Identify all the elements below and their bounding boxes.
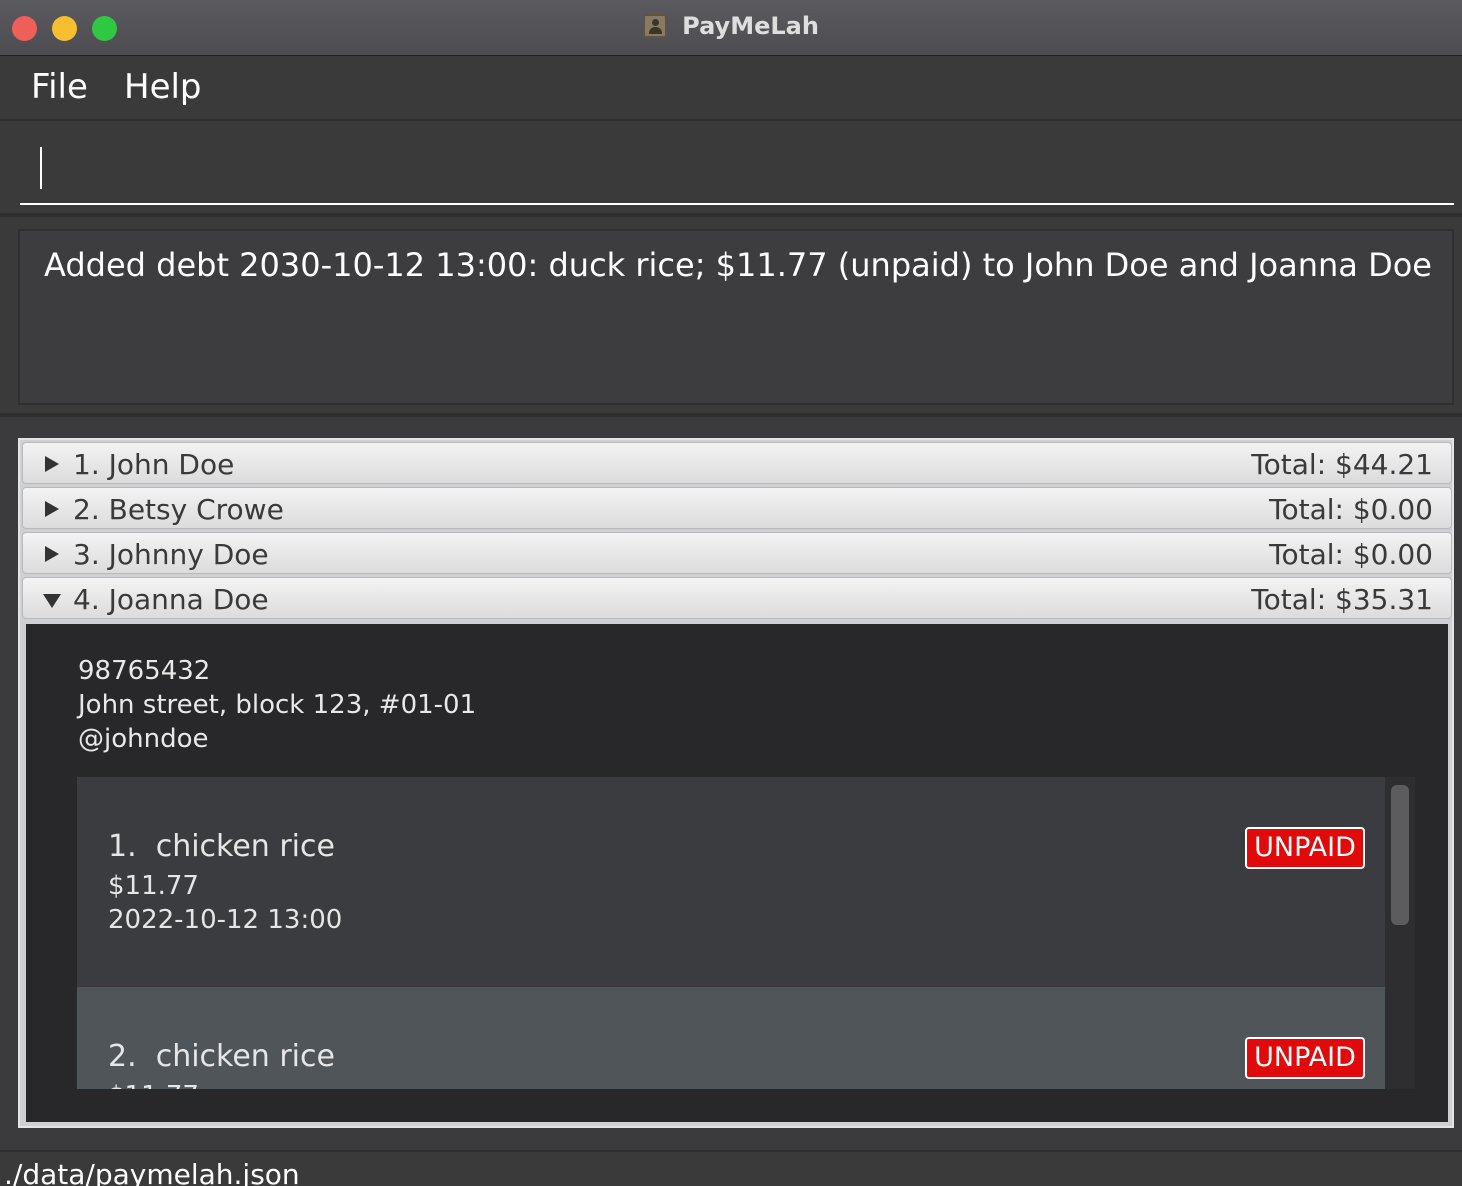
person-details-panel: 98765432 John street, block 123, #01-01 …: [26, 624, 1448, 1122]
person-name: 1. John Doe: [73, 448, 235, 481]
result-message: Added debt 2030-10-12 13:00: duck rice; …: [44, 246, 1432, 284]
person-name: 2. Betsy Crowe: [73, 493, 284, 526]
debt-amount: $11.77: [108, 871, 199, 901]
unpaid-status-badge: UNPAID: [1245, 827, 1365, 869]
person-total: Total: $35.31: [1251, 583, 1433, 616]
debt-index: 2.: [108, 1039, 137, 1074]
status-bar: ./data/paymelah.json: [0, 1150, 1462, 1186]
expand-arrow-icon[interactable]: [45, 546, 59, 562]
person-address: John street, block 123, #01-01: [78, 690, 477, 720]
expand-arrow-icon[interactable]: [45, 501, 59, 517]
debt-index: 1.: [108, 829, 137, 864]
person-list[interactable]: 1. John Doe Total: $44.21 2. Betsy Crowe…: [18, 438, 1454, 1128]
person-row-joanna-doe[interactable]: 4. Joanna Doe Total: $35.31: [22, 577, 1452, 619]
address-book-icon: [643, 14, 668, 38]
debt-card[interactable]: 1. chicken rice $11.77 2022-10-12 13:00 …: [77, 777, 1385, 987]
person-total: Total: $0.00: [1269, 538, 1433, 571]
debt-amount: $11.77: [108, 1081, 199, 1089]
text-caret: [40, 147, 42, 189]
window-titlebar: PayMeLah: [0, 0, 1462, 56]
person-row-johnny-doe[interactable]: 3. Johnny Doe Total: $0.00: [22, 532, 1452, 574]
debt-description: chicken rice: [155, 829, 335, 864]
debt-title: 2. chicken rice: [108, 1039, 335, 1074]
menu-bar: File Help: [0, 57, 1462, 121]
result-textarea[interactable]: Added debt 2030-10-12 13:00: duck rice; …: [18, 229, 1454, 405]
debt-description: chicken rice: [155, 1039, 335, 1074]
person-row-john-doe[interactable]: 1. John Doe Total: $44.21: [22, 442, 1452, 484]
debt-datetime: 2022-10-12 13:00: [108, 905, 343, 935]
person-row-betsy-crowe[interactable]: 2. Betsy Crowe Total: $0.00: [22, 487, 1452, 529]
debt-list[interactable]: 1. chicken rice $11.77 2022-10-12 13:00 …: [77, 777, 1415, 1089]
window-title-group: PayMeLah: [0, 12, 1462, 42]
window-title: PayMeLah: [682, 12, 819, 40]
person-total: Total: $44.21: [1251, 448, 1433, 481]
command-box: [0, 123, 1462, 217]
debt-card[interactable]: 2. chicken rice $11.77 UNPAID: [77, 987, 1385, 1089]
expand-arrow-icon[interactable]: [45, 456, 59, 472]
data-file-path: ./data/paymelah.json: [4, 1158, 300, 1186]
result-display: Added debt 2030-10-12 13:00: duck rice; …: [0, 217, 1462, 417]
debt-list-scrollbar[interactable]: [1385, 777, 1415, 1089]
person-total: Total: $0.00: [1269, 493, 1433, 526]
person-telegram: @johndoe: [78, 724, 209, 754]
unpaid-status-badge: UNPAID: [1245, 1037, 1365, 1079]
debt-title: 1. chicken rice: [108, 829, 335, 864]
person-phone: 98765432: [78, 656, 211, 686]
command-input[interactable]: [20, 135, 1454, 205]
collapse-arrow-icon[interactable]: [43, 594, 61, 608]
person-name: 4. Joanna Doe: [73, 583, 269, 616]
menu-file[interactable]: File: [31, 67, 88, 107]
menu-help[interactable]: Help: [124, 67, 202, 107]
scrollbar-thumb[interactable]: [1391, 785, 1409, 925]
person-name: 3. Johnny Doe: [73, 538, 269, 571]
